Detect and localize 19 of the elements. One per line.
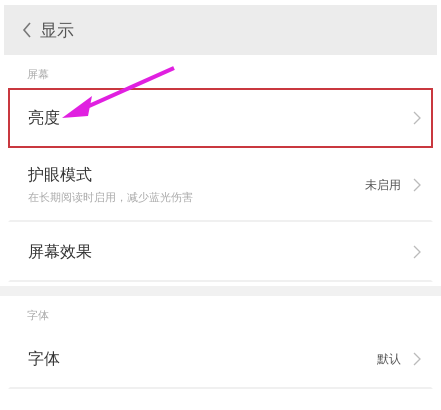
setting-description: 在长期阅读时启用，减少蓝光伤害 — [28, 190, 193, 205]
setting-title: 护眼模式 — [28, 165, 93, 186]
page-title: 显示 — [40, 20, 74, 42]
setting-title: 屏幕效果 — [28, 242, 92, 262]
setting-value: 未启用 — [365, 176, 401, 194]
setting-value: 默认 — [377, 350, 401, 368]
setting-title: 亮度 — [28, 108, 60, 128]
chevron-icon — [413, 352, 421, 366]
back-icon[interactable] — [22, 22, 32, 38]
chevron-icon — [413, 245, 421, 259]
chevron-icon — [413, 111, 421, 125]
setting-row[interactable]: 屏幕效果 — [8, 222, 433, 282]
chevron-icon — [413, 178, 421, 192]
section-label: 屏幕 — [26, 67, 50, 83]
section-label: 字体 — [26, 308, 50, 324]
setting-row[interactable]: 护眼模式 在长期阅读时启用，减少蓝光伤害 未启用 — [8, 148, 433, 222]
setting-title: 字体 — [28, 348, 60, 370]
setting-row[interactable]: 字体 默认 — [8, 329, 433, 389]
highlighted-setting-row[interactable]: 亮度 — [8, 88, 433, 148]
